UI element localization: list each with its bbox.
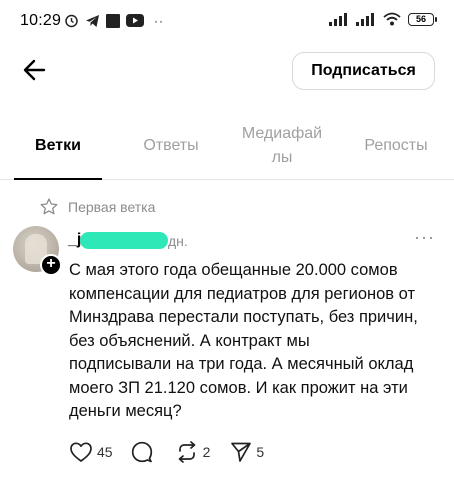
back-button[interactable] xyxy=(18,55,50,85)
app-icon xyxy=(106,13,120,28)
more-dots-icon: ·· xyxy=(154,13,164,28)
signal-icon xyxy=(329,12,347,26)
tab-threads[interactable]: Ветки xyxy=(14,112,102,180)
wifi-icon xyxy=(383,12,401,26)
post-actions: 45 2 5 xyxy=(69,440,264,464)
like-count: 45 xyxy=(97,444,113,460)
reply-button[interactable] xyxy=(131,441,153,463)
repost-button[interactable]: 2 xyxy=(175,441,211,463)
signal-icon xyxy=(356,12,374,26)
profile-tabs: Ветки Ответы Медиафай лы Репосты xyxy=(0,112,454,180)
share-button[interactable]: 5 xyxy=(230,441,264,463)
heart-icon xyxy=(70,442,92,462)
comment-icon xyxy=(131,441,152,463)
subscribe-button[interactable]: Подписаться xyxy=(292,52,435,90)
follow-plus-icon[interactable]: + xyxy=(40,254,62,276)
send-icon xyxy=(231,442,252,462)
repost-count: 2 xyxy=(202,444,211,460)
status-bar: 10:29 ·· 56 xyxy=(0,0,454,44)
arrow-left-icon xyxy=(23,59,46,81)
telegram-icon xyxy=(86,14,99,27)
post-time: дн. xyxy=(168,233,188,249)
star-icon xyxy=(40,198,58,215)
active-tab-indicator xyxy=(14,178,102,180)
battery-icon: 56 xyxy=(408,12,437,26)
username-redaction xyxy=(80,232,168,249)
more-options-button[interactable]: ··· xyxy=(414,228,435,246)
post-text: С мая этого года обещанные 20.000 сомов … xyxy=(69,261,418,420)
tab-reposts[interactable]: Репосты xyxy=(350,112,442,180)
status-time: 10:29 xyxy=(20,12,62,29)
status-notification-icons: ·· xyxy=(64,13,164,28)
repost-icon xyxy=(178,441,195,463)
alarm-icon xyxy=(65,14,78,28)
like-button[interactable]: 45 xyxy=(69,441,113,463)
pinned-label: Первая ветка xyxy=(40,198,155,215)
tab-media[interactable]: Медиафай лы xyxy=(232,112,332,180)
status-system-icons: 56 xyxy=(329,12,437,26)
youtube-icon xyxy=(126,14,144,27)
share-count: 5 xyxy=(256,444,265,460)
pinned-text: Первая ветка xyxy=(68,198,156,215)
tab-replies[interactable]: Ответы xyxy=(126,112,216,180)
